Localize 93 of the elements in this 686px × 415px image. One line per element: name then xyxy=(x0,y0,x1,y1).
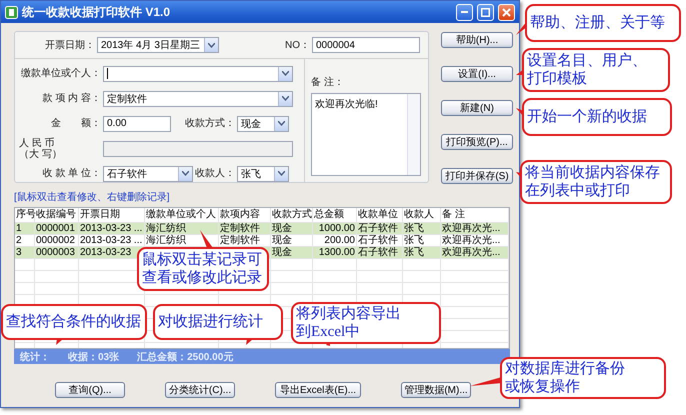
action-button[interactable]: 管理数据(M)... xyxy=(401,382,471,398)
payment-method-combo[interactable]: 现金 xyxy=(237,116,289,132)
minimize-icon xyxy=(461,11,468,13)
table-cell: 2013-03-23 ... xyxy=(80,235,142,246)
field-label: 人 民 币 （大 写） xyxy=(19,138,63,160)
column-header[interactable]: 缴款单位或个人 xyxy=(146,209,216,220)
maximize-button[interactable] xyxy=(477,4,494,20)
table-cell: 2013-03-23 ... xyxy=(80,223,142,234)
table-cell: 0000002 xyxy=(36,235,75,246)
column-header[interactable]: 开票日期 xyxy=(80,209,120,220)
side-button[interactable]: 帮助(H)... xyxy=(441,32,513,48)
action-button[interactable]: 查询(Q)... xyxy=(55,382,125,398)
table-cell: 石子软件 xyxy=(358,223,398,234)
callout-text: 对数据库进行备份 xyxy=(505,360,625,378)
callout-text: 设置名目、用户、 xyxy=(527,52,647,70)
column-header[interactable]: 收款单位 xyxy=(358,209,398,220)
table-cell: 张飞 xyxy=(404,247,424,258)
callout-text: 在列表中或打印 xyxy=(525,182,630,200)
table-cell: 0000003 xyxy=(36,247,75,258)
table-cell: 定制软件 xyxy=(220,223,260,234)
side-button[interactable]: 设置(I)... xyxy=(441,66,513,82)
amount-field[interactable]: 0.00 xyxy=(103,116,171,132)
note-textarea[interactable]: 欢迎再次光临! xyxy=(311,93,421,176)
close-button[interactable] xyxy=(498,4,515,20)
table-cell: 1 xyxy=(16,223,22,234)
field-label: 收 款 单 位： xyxy=(42,168,101,179)
date-picker[interactable]: 2013年 4月 3日星期三 xyxy=(97,37,219,53)
table-cell: 海汇纺织 xyxy=(146,235,186,246)
table-cell: 定制软件 xyxy=(220,235,260,246)
side-button[interactable]: 新建(N) xyxy=(441,100,513,116)
table-cell: 200.00 xyxy=(324,235,355,246)
hint-text: [鼠标双击查看修改、右键删除记录] xyxy=(14,190,170,204)
table-cell: 石子软件 xyxy=(358,247,398,258)
action-button[interactable]: 分类统计(C)... xyxy=(165,382,235,398)
column-header[interactable]: 款项内容 xyxy=(220,209,260,220)
table-cell: 1000.00 xyxy=(318,223,355,234)
field-label: 备 注： xyxy=(311,77,345,88)
table-cell: 石子软件 xyxy=(358,235,398,246)
callout-text: 对收据进行统计 xyxy=(158,313,263,331)
field-label: 款 项 内 容： xyxy=(42,93,101,104)
column-header[interactable]: 备 注 xyxy=(442,209,465,220)
table-cell: 现金 xyxy=(272,247,292,258)
amount-in-words-field[interactable] xyxy=(103,140,293,156)
callout-text: 到Excel中 xyxy=(296,323,360,341)
callout-text: 将列表内容导出 xyxy=(296,305,401,323)
action-button[interactable]: 导出Excel表(E)... xyxy=(275,382,361,398)
field-label: 收款方式： xyxy=(184,118,235,129)
receipt-count: 收据：03张 xyxy=(68,350,120,364)
callout-text: 帮助、注册、关于等 xyxy=(530,14,665,32)
field-label: 开票日期： xyxy=(45,40,95,50)
table-cell: 张飞 xyxy=(404,235,424,246)
side-button[interactable]: 打印预览(P)... xyxy=(441,134,513,150)
callout-text: 鼠标双击某记录可 xyxy=(142,251,262,269)
table-cell: 1300.00 xyxy=(318,247,355,258)
callout-text: 打印模板 xyxy=(527,70,587,88)
table-cell: 2 xyxy=(16,235,22,246)
table-cell: 3 xyxy=(16,247,22,258)
text-cursor xyxy=(107,68,109,79)
callout-text: 开始一个新的收据 xyxy=(527,108,647,126)
field-label: 收款人： xyxy=(194,168,235,179)
total-amount: 汇总金额：2500.00元 xyxy=(137,350,234,364)
minimize-button[interactable] xyxy=(456,4,473,20)
payee-combo[interactable]: 张飞 xyxy=(237,166,289,182)
column-header[interactable]: 序号 xyxy=(16,209,36,220)
table-cell: 0000001 xyxy=(36,223,75,234)
field-label: NO： xyxy=(284,40,310,50)
close-icon xyxy=(502,8,511,16)
field-label: 缴款单位或个人： xyxy=(20,68,101,79)
table-cell: 现金 xyxy=(272,223,292,234)
maximize-icon xyxy=(481,8,490,16)
table-cell: 欢迎再次光... xyxy=(442,235,500,246)
table-cell: 欢迎再次光... xyxy=(442,247,500,258)
table-cell: 海汇纺织 xyxy=(146,223,186,234)
callout-text: 或恢复操作 xyxy=(505,378,580,396)
column-header[interactable]: 收款人 xyxy=(404,209,434,220)
side-button[interactable]: 打印并保存(S) xyxy=(441,168,513,184)
window-title: 统一收款收据打印软件 V1.0 xyxy=(22,4,172,20)
item-combo[interactable]: 定制软件 xyxy=(103,90,293,106)
callout-text: 查看或修改此记录 xyxy=(142,269,262,287)
number-field[interactable]: 0000004 xyxy=(312,37,420,53)
field-label: 金 额： xyxy=(50,118,101,129)
table-cell: 现金 xyxy=(272,235,292,246)
status-label: 统计： xyxy=(20,350,50,364)
callout-text: 将当前收据内容保存 xyxy=(525,164,660,182)
column-header[interactable]: 收据编号 xyxy=(36,209,76,220)
app-icon xyxy=(5,6,18,18)
table-cell: 2013-03-23 xyxy=(80,247,132,258)
table-cell: 张飞 xyxy=(404,223,424,234)
callout-text: 查找符合条件的收据 xyxy=(6,313,141,331)
table-cell: 欢迎再次光... xyxy=(442,223,500,234)
column-header[interactable]: 收款方式 xyxy=(272,209,312,220)
column-header[interactable]: 总金额 xyxy=(314,209,344,220)
payee-unit-combo[interactable]: 石子软件 xyxy=(103,166,193,182)
